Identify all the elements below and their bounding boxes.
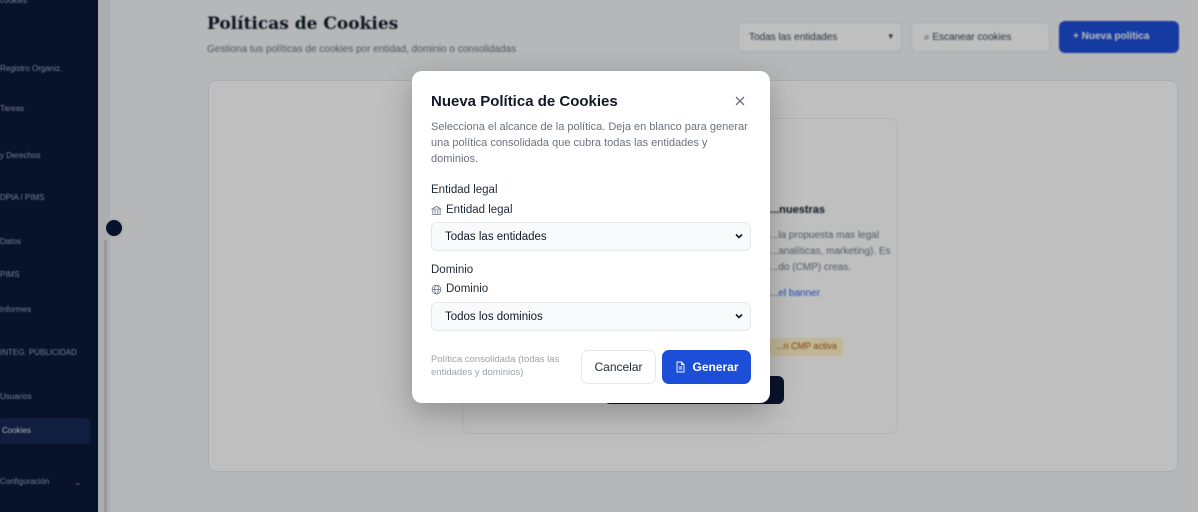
new-policy-modal: Nueva Política de Cookies Selecciona el … bbox=[412, 71, 770, 403]
chevron-down-icon bbox=[735, 313, 743, 319]
domain-select[interactable]: Todos los dominios bbox=[431, 302, 751, 331]
domain-sublabel-text: Dominio bbox=[446, 283, 489, 295]
consolidated-note: Política consolidada (todas las entidade… bbox=[431, 354, 560, 378]
entity-field-sublabel: Entidad legal bbox=[431, 204, 513, 216]
domain-select-value: Todos los dominios bbox=[445, 311, 543, 323]
bank-icon bbox=[431, 205, 442, 215]
chevron-down-icon bbox=[735, 233, 743, 239]
generate-button[interactable]: Generar bbox=[662, 350, 751, 384]
domain-field-label: Dominio bbox=[431, 264, 474, 276]
modal-title: Nueva Política de Cookies bbox=[431, 93, 618, 110]
document-icon bbox=[677, 361, 685, 373]
entity-field-label: Entidad legal bbox=[431, 184, 498, 196]
generate-label: Generar bbox=[692, 360, 739, 374]
entity-select-value: Todas las entidades bbox=[445, 231, 547, 243]
globe-icon bbox=[431, 284, 442, 294]
entity-sublabel-text: Entidad legal bbox=[446, 204, 513, 216]
modal-description: Selecciona el alcance de la política. De… bbox=[431, 121, 748, 165]
cancel-button[interactable]: Cancelar bbox=[581, 350, 656, 384]
close-icon[interactable] bbox=[732, 93, 748, 109]
entity-select[interactable]: Todas las entidades bbox=[431, 222, 751, 251]
domain-field-sublabel: Dominio bbox=[431, 283, 488, 295]
